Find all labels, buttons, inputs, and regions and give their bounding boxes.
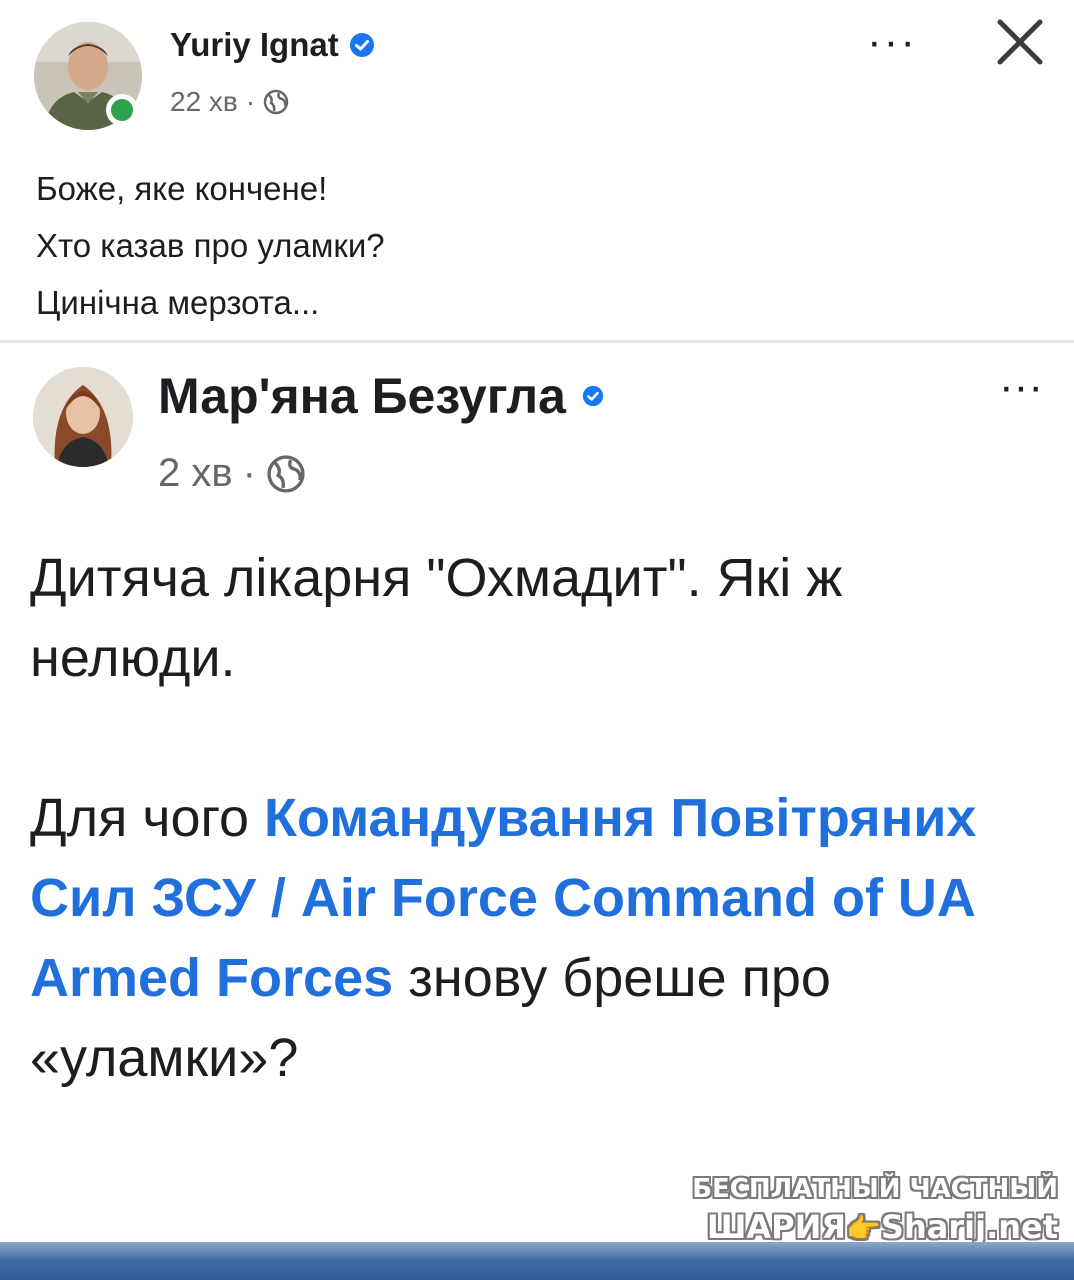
- bottom-strip: [0, 1242, 1074, 1280]
- shared-post: Мар'яна Безугла 2 хв · ··· Дитяча лікарн…: [0, 343, 1074, 1280]
- verified-badge-icon: [349, 33, 374, 57]
- post-text-line: Цинічна мерзота...: [36, 284, 320, 321]
- more-options-icon: ···: [867, 17, 917, 66]
- more-options-icon: ···: [999, 362, 1043, 411]
- author-name[interactable]: Мар'яна Безугла: [158, 367, 566, 425]
- top-post: Yuriy Ignat 22 хв · ··· Боже, яке кончен…: [0, 0, 1074, 340]
- post-paragraph: Дитяча лікарня "Охмадит". Які ж нелюди.: [30, 548, 843, 688]
- online-status-indicator: [106, 94, 138, 126]
- watermark-text: Sharij.net: [880, 1208, 1058, 1246]
- post-text-line: Хто казав про уламки?: [36, 227, 385, 264]
- avatar-photo-icon: [33, 367, 133, 467]
- post-meta: 22 хв ·: [170, 86, 289, 118]
- watermark-line: БЕСПЛАТНЫЙ ЧАСТНЫЙ: [692, 1174, 1058, 1204]
- shared-post-text: Дитяча лікарня "Охмадит". Які ж нелюди. …: [30, 538, 1050, 1098]
- post-meta: 2 хв ·: [158, 451, 306, 496]
- post-text-line: Боже, яке кончене!: [36, 170, 328, 207]
- meta-separator: ·: [242, 451, 256, 495]
- shared-post-author: Мар'яна Безугла: [158, 367, 604, 425]
- post-text: Боже, яке кончене! Хто казав про уламки?…: [36, 160, 385, 331]
- close-button[interactable]: [990, 12, 1050, 72]
- meta-separator: ·: [245, 86, 256, 117]
- globe-icon: [263, 89, 289, 115]
- pointing-hand-icon: 👉: [846, 1212, 881, 1245]
- verified-badge-icon: [582, 385, 604, 407]
- close-icon: [997, 19, 1043, 65]
- post-author: Yuriy Ignat: [170, 26, 375, 64]
- more-options-button[interactable]: ···: [986, 365, 1056, 409]
- watermark: БЕСПЛАТНЫЙ ЧАСТНЫЙ ШАРИЯ👉Sharij.net: [688, 1172, 1058, 1250]
- paragraph-text: Для чого: [30, 788, 265, 848]
- watermark-text: ШАРИЯ: [706, 1208, 847, 1246]
- post-timestamp[interactable]: 2 хв: [158, 451, 233, 496]
- more-options-button[interactable]: ···: [862, 20, 922, 64]
- author-name[interactable]: Yuriy Ignat: [170, 26, 339, 64]
- post-paragraph: Для чого Командування Повітряних Сил ЗСУ…: [30, 778, 1050, 1098]
- post-timestamp[interactable]: 22 хв: [170, 86, 238, 118]
- globe-icon: [267, 454, 305, 493]
- shared-avatar[interactable]: [33, 367, 133, 467]
